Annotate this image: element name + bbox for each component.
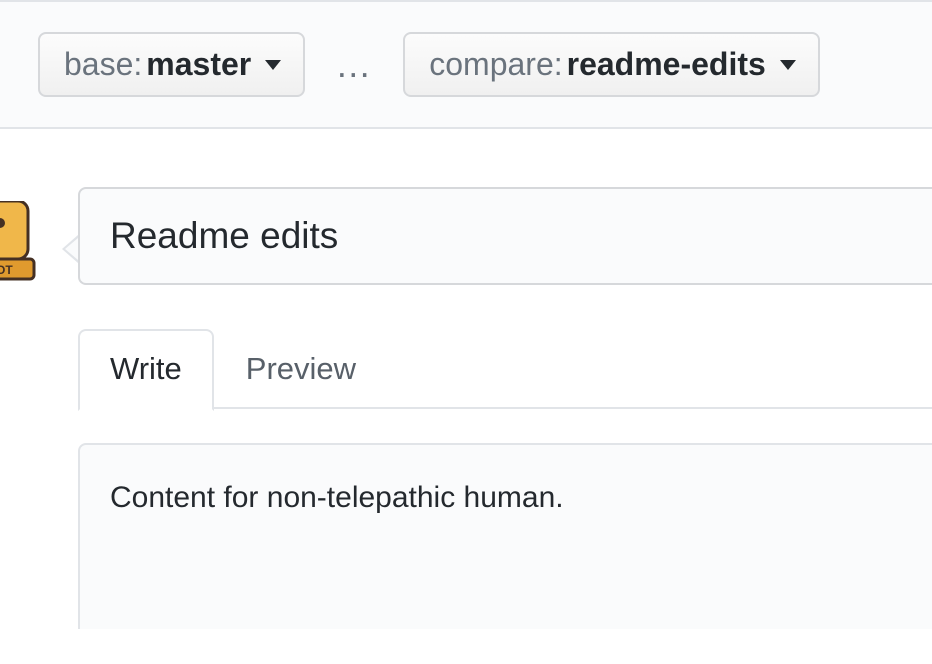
- avatar[interactable]: OT: [0, 201, 38, 281]
- tabs: Write Preview: [78, 329, 932, 409]
- pr-form-area: OT Write Preview: [0, 187, 932, 634]
- compare-bar: base: master … compare: readme-edits: [0, 0, 932, 129]
- avatar-badge-text: OT: [0, 263, 13, 277]
- compare-branch-select[interactable]: compare: readme-edits: [403, 32, 820, 97]
- base-value: master: [146, 46, 251, 83]
- tab-write[interactable]: Write: [78, 329, 214, 411]
- pr-body-textarea[interactable]: [78, 443, 932, 629]
- caret-down-icon: [265, 60, 281, 70]
- compare-ellipsis: …: [331, 44, 377, 86]
- base-label: base:: [64, 46, 142, 83]
- form-column: Write Preview: [78, 187, 932, 634]
- avatar-icon: OT: [0, 201, 38, 281]
- pr-title-input[interactable]: [78, 187, 932, 285]
- tab-preview[interactable]: Preview: [214, 329, 388, 409]
- speech-pointer-icon: [62, 235, 78, 263]
- base-branch-select[interactable]: base: master: [38, 32, 305, 97]
- caret-down-icon: [780, 60, 796, 70]
- compare-value: readme-edits: [567, 46, 766, 83]
- compare-label: compare:: [429, 46, 562, 83]
